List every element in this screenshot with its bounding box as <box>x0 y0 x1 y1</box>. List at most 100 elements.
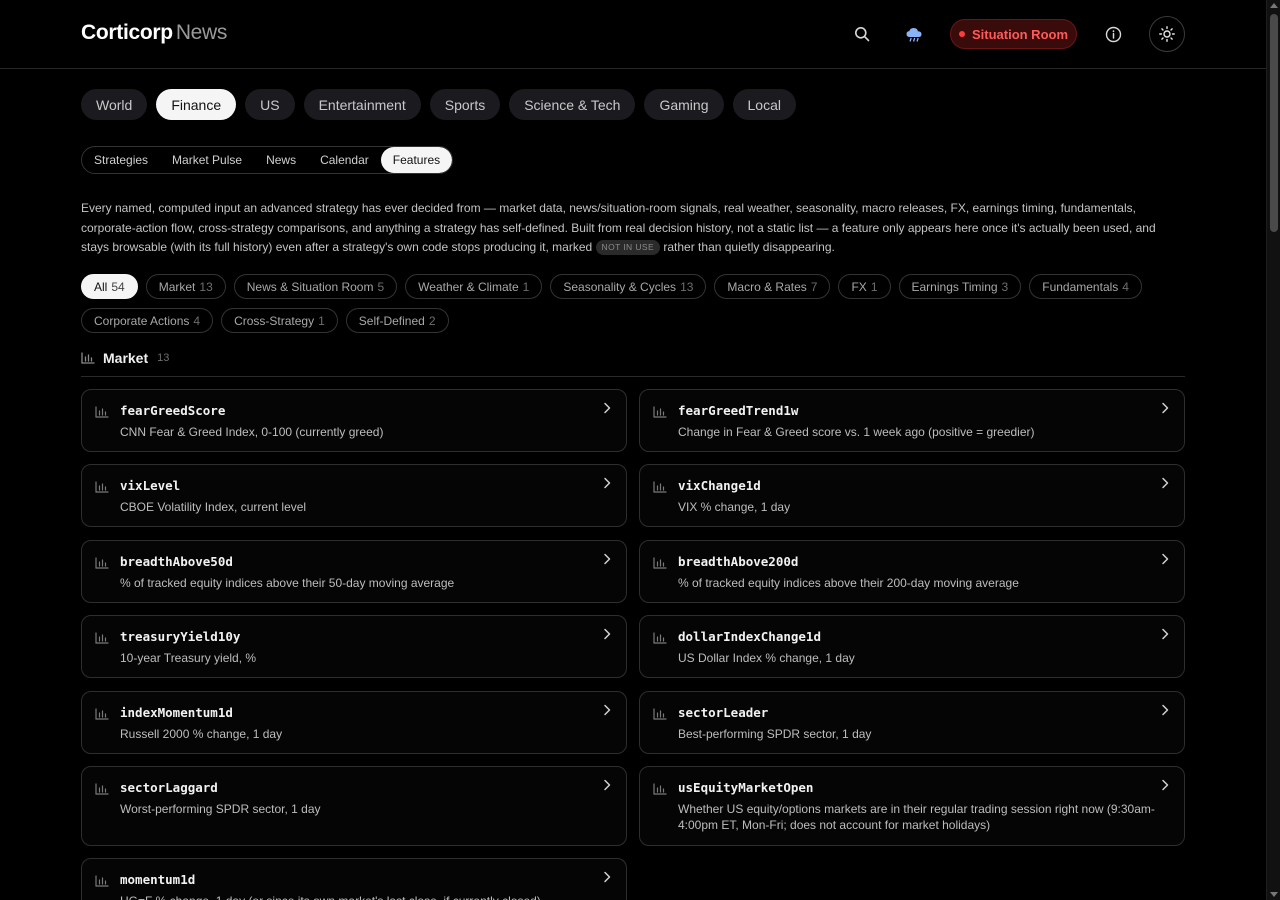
bar-chart-icon <box>95 875 109 887</box>
scrollbar-thumb[interactable] <box>1270 14 1278 232</box>
filter-chip-macro-and-rates[interactable]: Macro & Rates 7 <box>714 274 831 299</box>
feature-filter-chips: All 54 Market 13 News & Situation Room 5 Weath… <box>81 274 1185 333</box>
filter-chip-earnings-timing[interactable]: Earnings Timing 3 <box>898 274 1022 299</box>
feature-card[interactable]: breadthAbove200d % of tracked equity indi… <box>639 540 1185 603</box>
feature-description: % of tracked equity indices above their … <box>120 576 455 590</box>
theme-toggle-button[interactable] <box>1149 16 1185 52</box>
filter-chip-count: 13 <box>680 279 694 294</box>
feature-card[interactable]: sectorLaggard Worst-performing SPDR secto… <box>81 766 627 846</box>
feature-description: HG=F % change, 1 day (or since its own m… <box>120 893 600 900</box>
feature-name: momentum1d <box>120 872 196 887</box>
subtab-calendar[interactable]: Calendar <box>308 147 381 173</box>
filter-chip-cross-strategy[interactable]: Cross-Strategy 1 <box>221 308 338 333</box>
feature-card[interactable]: vixLevel CBOE Volatility Index, current l… <box>81 464 627 527</box>
filter-chip-count: 2 <box>428 313 436 328</box>
section-title: Market <box>103 350 149 366</box>
feature-name: vixLevel <box>120 478 181 493</box>
feature-name: vixChange1d <box>678 478 761 493</box>
filter-chip-news-and-situation-room[interactable]: News & Situation Room 5 <box>233 274 398 299</box>
subtab-features[interactable]: Features <box>380 147 453 173</box>
filter-chip-count: 13 <box>199 279 213 294</box>
chevron-right-icon <box>604 779 611 791</box>
category-tab-gaming[interactable]: Gaming <box>644 89 724 120</box>
category-tab-finance[interactable]: Finance <box>156 89 237 120</box>
feature-name: fearGreedTrend1w <box>678 403 799 418</box>
filter-chip-seasonality-and-cycles[interactable]: Seasonality & Cycles 13 <box>550 274 707 299</box>
feature-description: Russell 2000 % change, 1 day <box>120 727 283 741</box>
situation-room-button[interactable]: Situation Room <box>950 19 1077 49</box>
filter-chip-count: 1 <box>318 313 325 328</box>
filter-chip-count: 7 <box>810 279 818 294</box>
feature-description: Worst-performing SPDR sector, 1 day <box>120 802 321 816</box>
feature-name: sectorLeader <box>678 705 769 720</box>
feature-name: fearGreedScore <box>120 403 226 418</box>
section-count: 13 <box>157 352 170 364</box>
filter-chip-all[interactable]: All 54 <box>81 274 138 299</box>
filter-chip-label: News & Situation Room <box>246 279 374 294</box>
feature-card[interactable]: momentum1d HG=F % change, 1 day (or since… <box>81 858 627 900</box>
category-tab-entertainment[interactable]: Entertainment <box>303 89 421 120</box>
category-tab-us[interactable]: US <box>245 89 295 120</box>
subtab-news[interactable]: News <box>254 147 308 173</box>
feature-card[interactable]: indexMomentum1d Russell 2000 % change, 1 … <box>81 691 627 754</box>
feature-description: CBOE Volatility Index, current level <box>120 500 307 514</box>
filter-chip-count: 54 <box>111 279 125 294</box>
category-tab-local[interactable]: Local <box>732 89 796 120</box>
chevron-right-icon <box>604 477 611 489</box>
chevron-right-icon <box>1162 628 1169 640</box>
feature-card[interactable]: fearGreedTrend1w Change in Fear & Greed s… <box>639 389 1185 452</box>
filter-chip-label: Earnings Timing <box>911 279 998 294</box>
chevron-right-icon <box>1162 402 1169 414</box>
subtab-strategies[interactable]: Strategies <box>82 147 160 173</box>
feature-name: breadthAbove50d <box>120 554 233 569</box>
filter-chip-count: 5 <box>377 279 385 294</box>
chevron-right-icon <box>1162 704 1169 716</box>
bar-chart-icon <box>95 708 109 720</box>
feature-name: sectorLaggard <box>120 780 218 795</box>
category-nav: World Finance US Entertainment Sports Science… <box>81 89 796 120</box>
feature-description: Best-performing SPDR sector, 1 day <box>678 727 872 741</box>
filter-chip-label: Corporate Actions <box>94 313 190 328</box>
filter-chip-label: Weather & Climate <box>418 279 519 294</box>
feature-card[interactable]: dollarIndexChange1d US Dollar Index % cha… <box>639 615 1185 678</box>
brand-logo[interactable]: Corticorp News <box>81 21 227 45</box>
filter-chip-count: 1 <box>522 279 530 294</box>
sun-icon <box>1159 26 1175 42</box>
bar-chart-icon <box>653 406 667 418</box>
feature-card[interactable]: treasuryYield10y 10-year Treasury yield, … <box>81 615 627 678</box>
filter-chip-label: Market <box>158 279 196 294</box>
bar-chart-icon <box>95 632 109 644</box>
feature-card[interactable]: usEquityMarketOpen Whether US equity/opti… <box>639 766 1185 846</box>
page-scrollbar[interactable] <box>1266 0 1280 900</box>
filter-chip-weather-and-climate[interactable]: Weather & Climate 1 <box>405 274 543 299</box>
category-tab-science-and-tech[interactable]: Science & Tech <box>509 89 636 120</box>
category-tab-sports[interactable]: Sports <box>429 89 501 120</box>
filter-chip-corporate-actions[interactable]: Corporate Actions 4 <box>81 308 214 333</box>
feature-card[interactable]: vixChange1d VIX % change, 1 day <box>639 464 1185 527</box>
bar-chart-icon <box>95 481 109 493</box>
scroll-down-icon[interactable] <box>1270 892 1278 897</box>
filter-chip-fx[interactable]: FX 1 <box>838 274 891 299</box>
situation-room-label: Situation Room <box>971 26 1069 42</box>
filter-chip-label: Seasonality & Cycles <box>563 279 677 294</box>
feature-card[interactable]: sectorLeader Best-performing SPDR sector,… <box>639 691 1185 754</box>
filter-chip-market[interactable]: Market 13 <box>145 274 226 299</box>
weather-button[interactable] <box>897 17 931 51</box>
category-tab-world[interactable]: World <box>81 89 148 120</box>
info-button[interactable] <box>1096 17 1130 51</box>
filter-chip-self-defined[interactable]: Self-Defined 2 <box>345 308 449 333</box>
feature-card[interactable]: fearGreedScore CNN Fear & Greed Index, 0-… <box>81 389 627 452</box>
filter-chip-count: 4 <box>1122 279 1129 294</box>
bar-chart-icon <box>653 557 667 569</box>
filter-chip-fundamentals[interactable]: Fundamentals 4 <box>1029 274 1142 299</box>
scroll-up-icon[interactable] <box>1270 3 1278 8</box>
chevron-right-icon <box>1162 553 1169 565</box>
feature-description: US Dollar Index % change, 1 day <box>678 651 855 665</box>
feature-name: usEquityMarketOpen <box>678 780 814 795</box>
filter-chip-count: 4 <box>193 313 201 328</box>
subtab-market-pulse[interactable]: Market Pulse <box>160 147 254 173</box>
feature-card[interactable]: breadthAbove50d % of tracked equity indic… <box>81 540 627 603</box>
filter-chip-label: Fundamentals <box>1042 279 1119 294</box>
feature-name: treasuryYield10y <box>120 629 241 644</box>
search-button[interactable] <box>845 17 879 51</box>
